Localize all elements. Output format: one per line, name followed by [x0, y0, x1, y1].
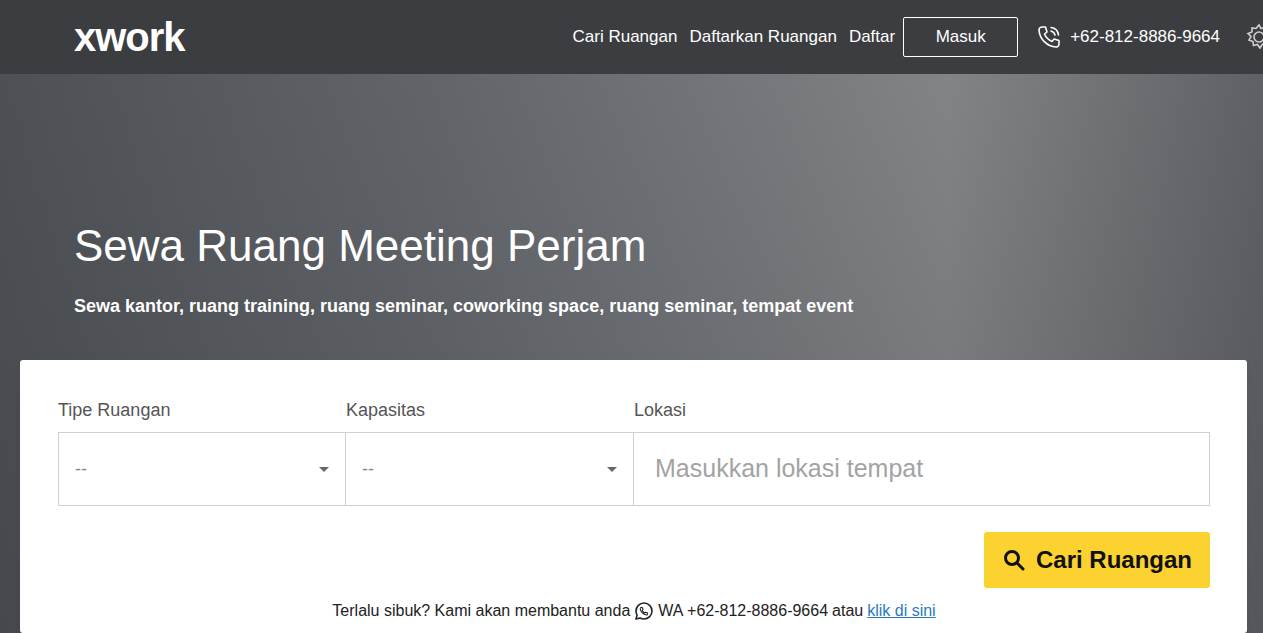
field-label: Tipe Ruangan [58, 399, 346, 421]
select-field[interactable]: -- [346, 432, 634, 506]
field-label: Kapasitas [346, 399, 634, 421]
whatsapp-icon [634, 601, 654, 621]
help-line: Terlalu sibuk? Kami akan membantu anda W… [58, 601, 1210, 621]
help-text: Terlalu sibuk? Kami akan membantu anda [332, 601, 630, 621]
caret-icon [319, 467, 329, 472]
nav-link[interactable]: Daftar [849, 24, 895, 50]
phone-number: +62-812-8886-9664 [1070, 24, 1220, 50]
login-label: Masuk [936, 27, 986, 46]
search-field: Tipe Ruangan -- [58, 399, 346, 506]
search-icon [1002, 548, 1026, 572]
login-button[interactable]: Masuk [903, 17, 1018, 57]
search-field: Kapasitas -- [346, 399, 634, 506]
gear-icon[interactable] [1245, 23, 1263, 51]
search-field: Lokasi [634, 399, 1210, 506]
help-link[interactable]: klik di sini [867, 601, 935, 621]
search-button[interactable]: Cari Ruangan [984, 532, 1210, 588]
text-field [634, 432, 1210, 506]
search-panel: Tipe Ruangan -- Kapasitas -- Lokasi Cari Rua… [20, 360, 1247, 633]
logo[interactable]: xwork [74, 17, 185, 57]
hero-banner: Sewa Ruang Meeting Perjam Sewa kantor, r… [0, 74, 1263, 633]
location-input[interactable] [650, 450, 1193, 488]
search-fields: Tipe Ruangan -- Kapasitas -- Lokasi [58, 399, 1210, 506]
search-button-label: Cari Ruangan [1036, 542, 1192, 578]
help-separator: atau [832, 601, 863, 621]
hero-subtitle: Sewa kantor, ruang training, ruang semin… [74, 294, 1263, 318]
nav-links: Cari Ruangan Daftarkan Ruangan Daftar [573, 24, 896, 50]
select-field[interactable]: -- [58, 432, 346, 506]
field-label: Lokasi [634, 399, 1210, 421]
nav-link[interactable]: Cari Ruangan [573, 24, 678, 50]
top-navbar: xwork Cari Ruangan Daftarkan Ruangan Dafta… [0, 0, 1263, 74]
select-value: -- [75, 456, 87, 483]
caret-icon [607, 467, 617, 472]
phone-icon [1036, 24, 1062, 50]
select-value: -- [362, 456, 374, 483]
whatsapp-number: WA +62-812-8886-9664 [658, 601, 828, 621]
hero-title: Sewa Ruang Meeting Perjam [74, 219, 1263, 272]
phone-contact[interactable]: +62-812-8886-9664 [1036, 24, 1220, 50]
nav-link[interactable]: Daftarkan Ruangan [689, 24, 836, 50]
